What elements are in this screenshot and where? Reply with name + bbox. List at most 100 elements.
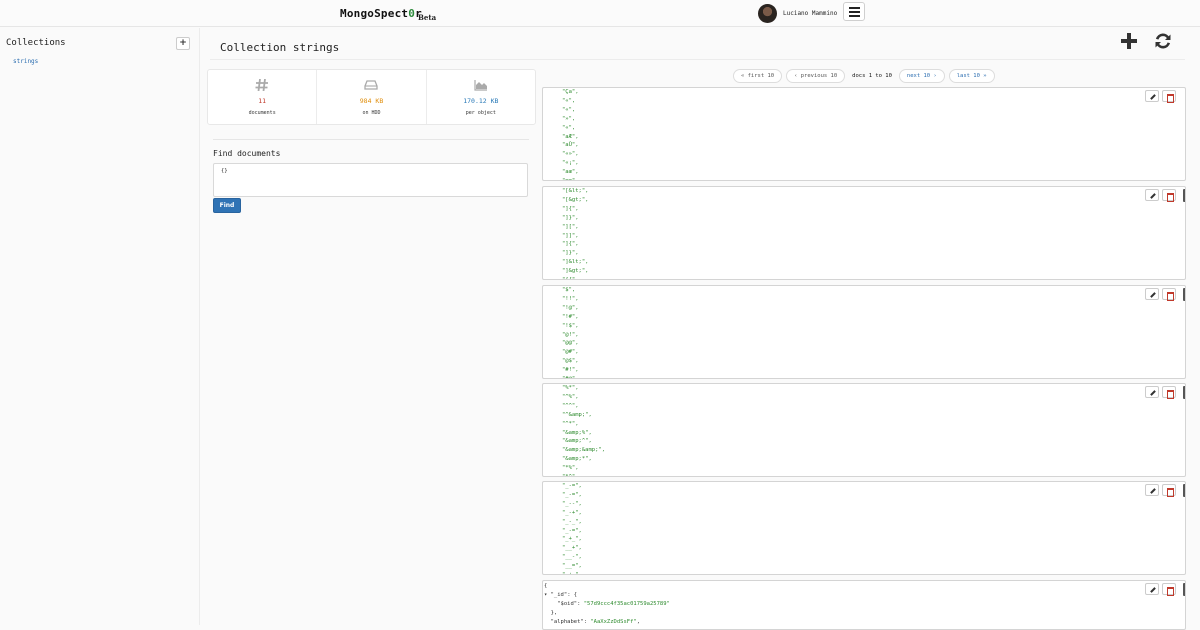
document-scrollbar[interactable] [1183,189,1185,202]
json-string: "[&lt;", [562,188,589,194]
previous-page-button[interactable]: ‹ previous 10 [786,69,846,83]
edit-icon[interactable] [1145,484,1159,496]
json-string: "aæ", [562,169,579,176]
edit-icon[interactable] [1145,90,1159,102]
trash-icon[interactable] [1162,288,1176,301]
refresh-icon[interactable] [1154,32,1172,50]
json-string: "_-=", [562,491,582,498]
logo-text-main: MongoSpect [340,7,409,20]
page-title: Collection strings [220,41,340,54]
json-string: "&amp;*", [562,456,592,463]
json-string: "]{", [562,241,579,248]
menu-bar-icon [848,14,860,17]
edit-icon[interactable] [1145,583,1159,595]
document-json: { ▾ "_id": { "$oid": "57d9ccc4f35ac01759… [544,583,670,625]
edit-icon[interactable] [1145,386,1159,398]
json-string: "«¡", [562,160,579,167]
sidebar-item-strings[interactable]: strings [13,58,38,65]
json-string: "]&gt;", [562,268,589,275]
last-page-button[interactable]: last 10 » [948,69,995,83]
json-string: "_-=", [562,527,582,534]
json-string: "*%", [562,465,579,472]
json-string: "$", [562,287,576,293]
divider [213,139,529,140]
document-card: "%*", "^%", "^^", "^&amp;", "^*", "&amp;… [542,383,1186,477]
find-documents-title: Find documents [213,149,281,158]
document-json: "%*", "^%", "^^", "^&amp;", "^*", "&amp;… [562,384,606,476]
next-page-button[interactable]: next 10 › [898,69,945,83]
json-string: "aÆ", [562,133,579,140]
json-string: "«", [562,97,576,104]
json-string: "%*", [562,385,579,391]
json-string: "!$", [562,322,579,329]
hdd-size: 984 KB [359,97,384,105]
json-string: "_+_", [562,536,582,543]
trash-icon[interactable] [1162,386,1176,399]
json-string: "¬¬", [562,178,579,180]
document-scrollbar[interactable] [1183,484,1185,497]
json-string: "_-_", [562,518,582,525]
plus-icon[interactable] [1120,32,1138,50]
stat-per-object: 170.12 KB per object [427,70,535,124]
add-collection-button[interactable]: + [176,37,190,50]
sidebar-title: Collections [6,38,66,48]
json-string: "][", [562,223,579,230]
collection-stats: 11 documents 984 KB on HDD 170.12 KB per… [207,69,536,125]
hamburger-menu-button[interactable] [843,2,865,21]
json-string: "*^", [562,474,579,476]
first-page-button[interactable]: « first 10 [733,69,783,83]
document-card: { ▾ "_id": { "$oid": "57d9ccc4f35ac01759… [542,580,1186,630]
per-object-label: per object [465,110,496,116]
document-json: "$", "!!", "!@", "!#", "!$", "@!", "@@",… [562,286,579,378]
json-string: "@!", [562,331,579,338]
json-string: "^^", [562,402,579,409]
json-string: "&amp;%", [562,429,592,436]
json-brace: { [544,583,548,589]
logo-beta: Beta [418,13,437,22]
json-string: "__+", [562,545,582,552]
document-card: "[&lt;", "[&gt;", "]{", "]}", "][", "]]"… [542,186,1186,280]
json-string: "^%", [562,393,579,400]
json-string: "__=", [562,563,582,570]
avatar [758,3,777,23]
json-string: "_-+", [562,509,582,516]
json-string: "]}", [562,250,579,257]
json-string: "aÛ", [562,142,579,149]
stat-hdd: 984 KB on HDD [317,70,427,124]
json-string: "_+_", [562,572,582,574]
documents-count: 11 [258,97,267,105]
trash-icon[interactable] [1162,583,1176,596]
json-string: "«»", [562,151,579,158]
json-string: "^*", [562,420,579,427]
user-profile[interactable]: Luciano Mammino [758,3,837,23]
top-bar: MongoSpect0r Beta Luciano Mammino [0,0,1200,27]
document-scrollbar[interactable] [1183,386,1185,399]
json-key: "$oid" [557,600,578,607]
json-string: "@$", [562,358,579,365]
edit-icon[interactable] [1145,288,1159,300]
document-scrollbar[interactable] [1183,583,1185,596]
app-logo[interactable]: MongoSpect0r Beta [340,2,436,24]
trash-icon[interactable] [1162,90,1176,103]
json-string: "]{", [562,205,579,212]
hdd-label: on HDD [362,110,381,116]
document-json: "Ça", "«", "«", "»", "«", "aÆ", "aÛ", "«… [562,88,579,180]
trash-icon[interactable] [1162,484,1176,497]
json-key: "alphabet" [550,618,584,625]
json-string: "[&gt;", [562,196,589,203]
stat-documents: 11 documents [208,70,318,124]
json-string: "&amp;&amp;", [562,447,606,454]
json-string: "«", [562,106,576,113]
document-scrollbar[interactable] [1183,288,1185,301]
menu-bar-icon [848,6,860,9]
json-string: "!#", [562,313,579,320]
find-button[interactable]: Find [213,198,241,213]
document-card: "_-=", "_-=", "_--", "_-+", "_-_", "_-="… [542,481,1186,575]
query-input[interactable] [213,163,528,197]
json-string: "!@", [562,304,579,311]
edit-icon[interactable] [1145,189,1159,201]
collapse-toggle-icon[interactable]: ▾ [544,592,551,598]
trash-icon[interactable] [1162,189,1176,202]
json-string: "#!", [562,367,579,374]
json-string: "«", [562,124,576,131]
